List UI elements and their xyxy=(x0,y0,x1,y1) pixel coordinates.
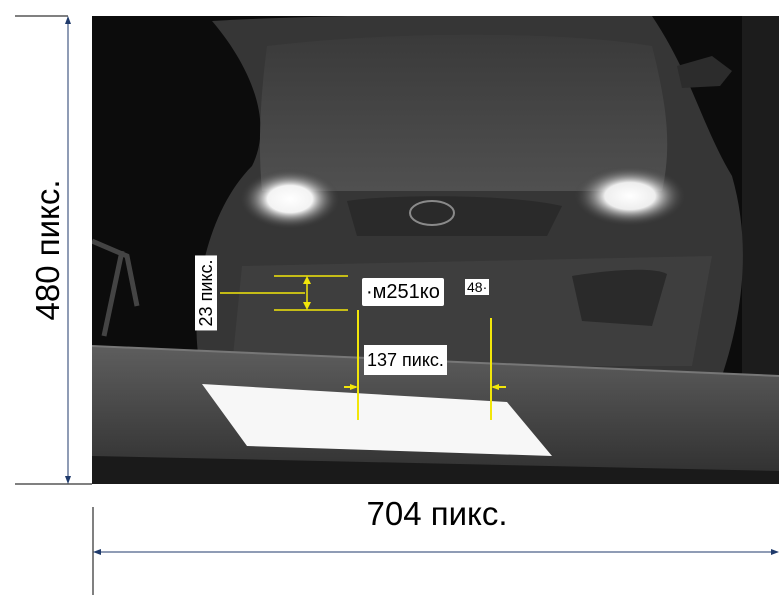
plate-height-label: 23 пикс. xyxy=(195,255,217,331)
camera-photo xyxy=(92,16,779,484)
image-width-label: 704 пикс. xyxy=(366,495,508,532)
license-plate-number: ·м251ко xyxy=(362,278,444,306)
car-hood xyxy=(259,34,668,191)
plate-width-label: 137 пикс. xyxy=(364,345,447,375)
image-height-label: 480 пикс. xyxy=(29,179,66,321)
license-plate-region: 48· xyxy=(465,279,490,295)
grille xyxy=(347,196,562,236)
right-headlight xyxy=(574,166,686,226)
fog-lamp-area xyxy=(572,269,667,326)
left-headlight xyxy=(240,169,340,229)
